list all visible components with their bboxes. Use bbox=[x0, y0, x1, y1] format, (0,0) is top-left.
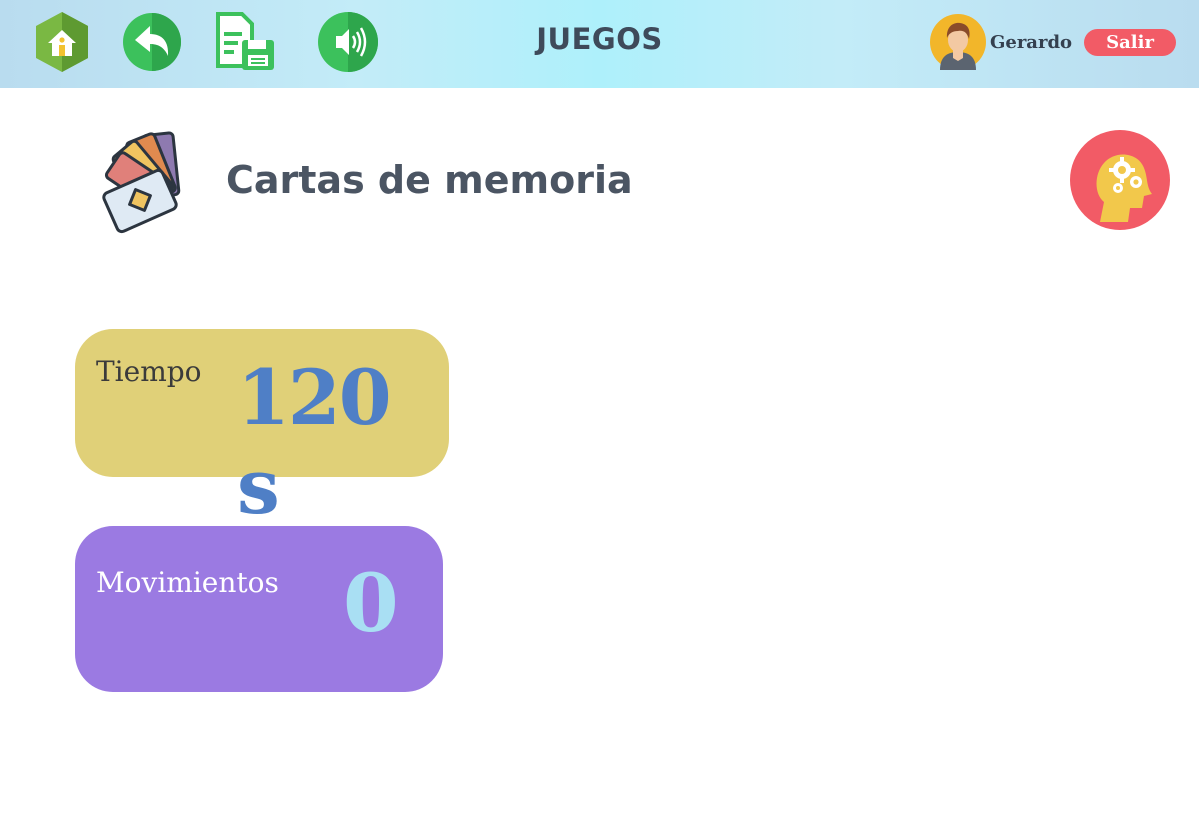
moves-card: Movimientos 0 bbox=[75, 526, 443, 692]
game-title: Cartas de memoria bbox=[226, 158, 633, 202]
username: Gerardo bbox=[990, 31, 1073, 53]
moves-label: Movimientos bbox=[96, 566, 279, 599]
time-value: 120 s bbox=[237, 353, 392, 531]
user-panel: Gerardo Salir bbox=[930, 13, 1177, 71]
user-avatar-icon bbox=[930, 14, 986, 70]
logout-button[interactable]: Salir bbox=[1084, 28, 1177, 56]
time-label: Tiempo bbox=[96, 355, 202, 388]
top-bar: JUEGOS Gerardo Salir bbox=[0, 0, 1199, 88]
time-card: Tiempo 120 s bbox=[75, 329, 449, 531]
memory-cards-icon bbox=[98, 130, 190, 240]
moves-value: 0 bbox=[343, 556, 399, 650]
brain-gears-icon[interactable] bbox=[1070, 130, 1170, 230]
